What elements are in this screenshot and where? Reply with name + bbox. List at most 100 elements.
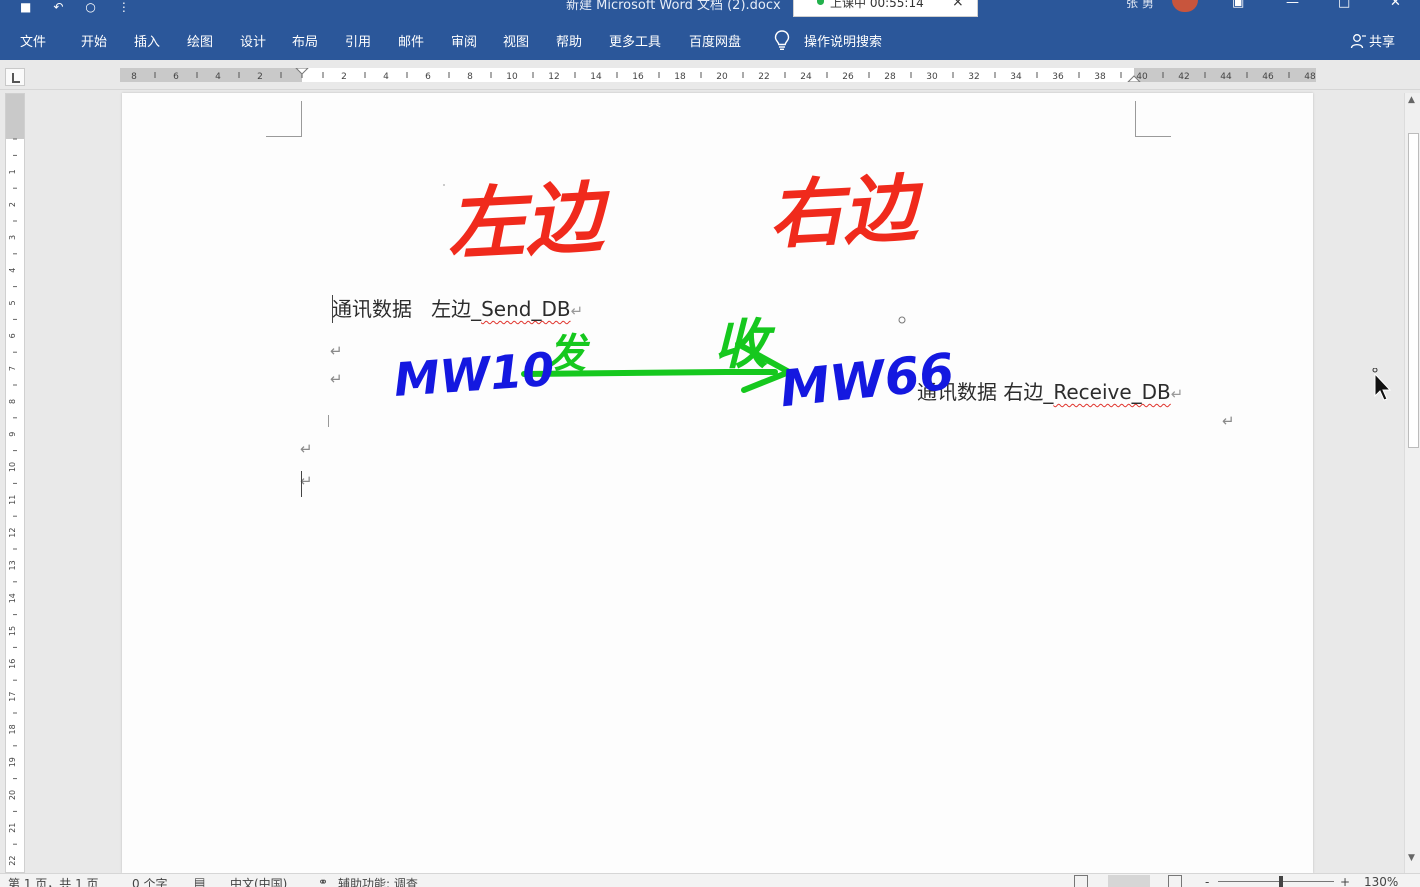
zoom-out-button[interactable]: - [1205,875,1209,887]
tab-layout[interactable]: 布局 [292,31,318,50]
ruler-number: 22 [758,72,769,82]
ruler-number: 8 [8,399,17,404]
ruler-number: 2 [257,72,263,82]
ruler-number: 20 [8,790,17,800]
ruler-number: 46 [1262,72,1274,82]
lightbulb-icon[interactable] [774,30,790,50]
print-layout-button[interactable] [1108,875,1150,887]
zoom-slider-thumb[interactable] [1279,876,1283,887]
close-icon[interactable]: ✕ [1390,0,1401,10]
accessibility-status[interactable]: 辅助功能: 调查 [338,875,418,887]
minimize-icon[interactable]: — [1286,0,1299,10]
save-icon[interactable]: ■ [20,1,31,13]
page-count[interactable]: 第 1 页，共 1 页 [8,875,99,887]
avatar[interactable] [1172,0,1198,12]
ribbon-display-icon[interactable]: ▣ [1232,0,1244,10]
word-count[interactable]: 0 个字 [132,875,167,887]
handwritten-source-address: MW10 [392,342,556,407]
handwritten-left-title: 左边 [445,173,614,272]
ruler-number: 6 [173,72,179,82]
user-name[interactable]: 张 勇 [1126,0,1154,11]
recording-close-icon[interactable]: × [952,0,964,10]
ruler-number: 30 [926,72,938,82]
tab-design[interactable]: 设计 [240,31,266,50]
share-label: 共享 [1369,35,1396,50]
ruler-number: 38 [1094,72,1106,82]
tab-file[interactable]: 文件 [20,31,46,50]
ruler-number: 4 [8,268,17,273]
scroll-up-icon[interactable]: ▲ [1408,95,1415,105]
vertical-scrollbar[interactable]: ▲ ▼ [1404,93,1420,873]
document-page[interactable]: 通讯数据 左边_Send_DB↵ 通讯数据 右边_Receive_DB↵ ↵ ↵… [122,93,1313,873]
tab-view[interactable]: 视图 [503,31,529,50]
pen-annotations[interactable]: 左边 右边 发 收 MW10 MW66 [122,93,1313,873]
zoom-in-button[interactable]: + [1340,875,1350,887]
ruler-number: 22 [8,856,17,866]
ruler-number: 10 [8,462,17,472]
title-bar: ■ ↶ ○ ⋮ 新建 Microsoft Word 文档 (2).docx 上课… [0,0,1420,22]
zoom-level[interactable]: 130% [1364,875,1398,887]
ruler-number: 34 [1010,72,1022,82]
ruler-number: 16 [632,72,644,82]
ruler-number: 32 [968,72,979,82]
share-button[interactable]: 共享 [1350,31,1395,50]
vertical-ruler-scale: 12345678910111213141516171819202122 [8,138,17,866]
ruler-number: 5 [8,300,17,305]
handwritten-target-address: MW66 [777,342,957,418]
quick-access-toolbar: ■ ↶ ○ ⋮ [20,0,130,14]
tab-stop-selector[interactable] [5,68,25,86]
ruler-number: 7 [8,366,17,371]
proofing-icon[interactable]: ▤ [194,875,205,887]
ruler-number: 3 [8,235,17,240]
web-layout-button[interactable] [1168,875,1182,887]
vertical-ruler[interactable]: 1 2 3 4 5 6 7 8 9 10 11 12 13 14 15 16 17 18 19 20 21 22 [5,93,25,873]
ruler-number: 2 [341,72,347,82]
tab-home[interactable]: 开始 [81,31,107,50]
ruler-number: 12 [548,72,559,82]
tab-mailings[interactable]: 邮件 [398,31,424,50]
ruler-number: 14 [590,72,602,82]
undo-icon[interactable]: ↶ [53,1,63,13]
zoom-slider[interactable] [1218,881,1334,882]
ruler-number: 21 [8,823,17,833]
ruler-number: 11 [8,495,17,505]
tab-more-tools[interactable]: 更多工具 [609,31,661,50]
ruler-number: 9 [8,432,17,437]
ruler-number: 18 [8,724,17,734]
ruler-number: 26 [842,72,854,82]
horizontal-ruler[interactable]: 8 6 4 2 2 4 6 8 10 12 14 16 18 20 22 24 26 28 30 32 34 36 38 40… [120,68,1316,82]
tab-review[interactable]: 审阅 [451,31,477,50]
ruler-number: 42 [1178,72,1189,82]
scroll-down-icon[interactable]: ▼ [1408,853,1415,863]
ruler-number: 8 [467,72,473,82]
ruler-number: 14 [8,593,17,603]
scroll-thumb[interactable] [1408,133,1419,448]
tab-references[interactable]: 引用 [345,31,371,50]
tell-me-search[interactable]: 操作说明搜索 [804,31,882,50]
read-mode-button[interactable] [1074,875,1088,887]
mouse-pointer-icon [1372,368,1392,401]
maximize-icon[interactable]: □ [1338,0,1350,10]
ruler-number: 6 [8,333,17,338]
tab-draw[interactable]: 绘图 [187,31,213,50]
ruler-number: 1 [8,169,17,174]
ruler-number: 8 [131,72,137,82]
ruler-number: 16 [8,659,17,669]
recording-status: 上课中 00:55:14 [830,0,924,10]
recording-indicator[interactable]: 上课中 00:55:14 × [793,0,978,17]
recording-dot-icon [817,0,824,5]
ruler-number: 24 [800,72,812,82]
horizontal-ruler-scale: 8 6 4 2 2 4 6 8 10 12 14 16 18 20 22 24 26 28 30 32 34 36 38 40… [131,68,1316,82]
pen-anchor-dot [443,184,445,186]
tab-baidu-disk[interactable]: 百度网盘 [689,31,741,50]
status-bar: 第 1 页，共 1 页 0 个字 ▤ 中文(中国) ⚭ 辅助功能: 调查 - +… [0,873,1420,887]
customize-toolbar-icon[interactable]: ⋮ [118,1,130,13]
accessibility-icon[interactable]: ⚭ [318,875,328,887]
ruler-number: 20 [716,72,728,82]
language[interactable]: 中文(中国) [230,875,287,887]
tab-insert[interactable]: 插入 [134,31,160,50]
ruler-number: 17 [8,692,17,702]
ruler-number: 28 [884,72,896,82]
tab-help[interactable]: 帮助 [556,31,582,50]
redo-icon[interactable]: ○ [85,1,95,13]
